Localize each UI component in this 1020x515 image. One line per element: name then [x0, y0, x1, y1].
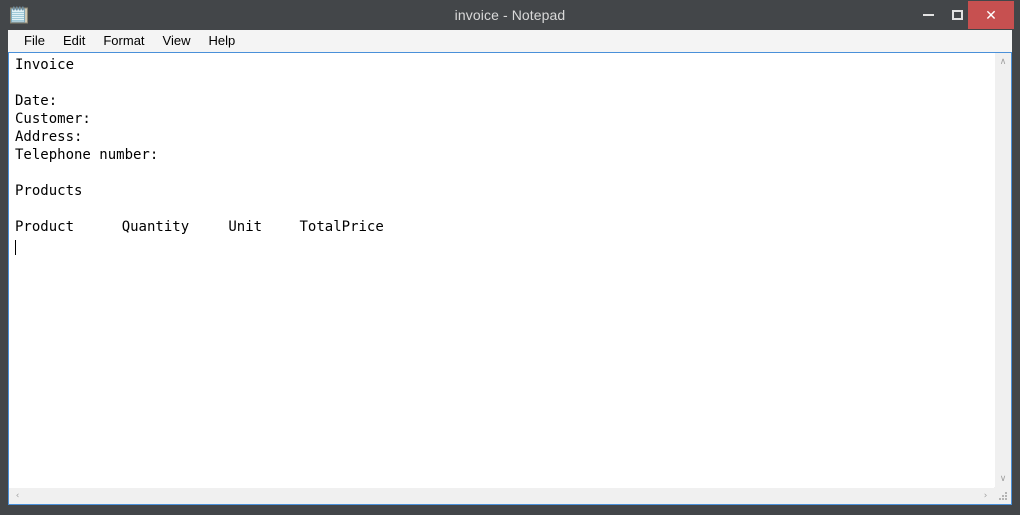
editor-frame: Invoice Date: Customer: Address: Telepho… [8, 52, 1012, 505]
document-text: Invoice Date: Customer: Address: Telepho… [15, 57, 384, 235]
text-editor[interactable]: Invoice Date: Customer: Address: Telepho… [9, 53, 994, 487]
minimize-button[interactable] [913, 1, 943, 29]
close-button[interactable]: ✕ [968, 1, 1014, 29]
minimize-icon [922, 14, 934, 16]
resize-grip-icon[interactable] [999, 492, 1008, 501]
title-bar[interactable]: invoice - Notepad ✕ [0, 0, 1020, 30]
window-title: invoice - Notepad [454, 7, 566, 23]
scroll-down-icon[interactable]: ∨ [995, 470, 1011, 487]
menu-item-format[interactable]: Format [94, 31, 153, 51]
scroll-up-icon[interactable]: ∧ [995, 53, 1011, 70]
menu-item-help[interactable]: Help [199, 31, 244, 51]
menu-bar: File Edit Format View Help [8, 30, 1012, 52]
vertical-scrollbar[interactable]: ∧ ∨ [994, 53, 1011, 487]
menu-item-file[interactable]: File [15, 31, 54, 51]
maximize-button[interactable] [943, 1, 971, 29]
close-icon: ✕ [985, 7, 997, 23]
scrollbar-corner [994, 487, 1011, 504]
menu-item-edit[interactable]: Edit [54, 31, 94, 51]
client-area: File Edit Format View Help Invoice Date:… [8, 30, 1012, 505]
notepad-icon [8, 4, 30, 26]
scroll-left-icon[interactable]: ‹ [9, 488, 26, 504]
maximize-icon [951, 10, 963, 20]
notepad-window: invoice - Notepad ✕ File Edit Format Vie… [0, 0, 1020, 515]
text-caret [15, 240, 16, 255]
menu-item-view[interactable]: View [154, 31, 200, 51]
horizontal-scrollbar[interactable]: ‹ › [9, 487, 994, 504]
scroll-right-icon[interactable]: › [977, 488, 994, 504]
